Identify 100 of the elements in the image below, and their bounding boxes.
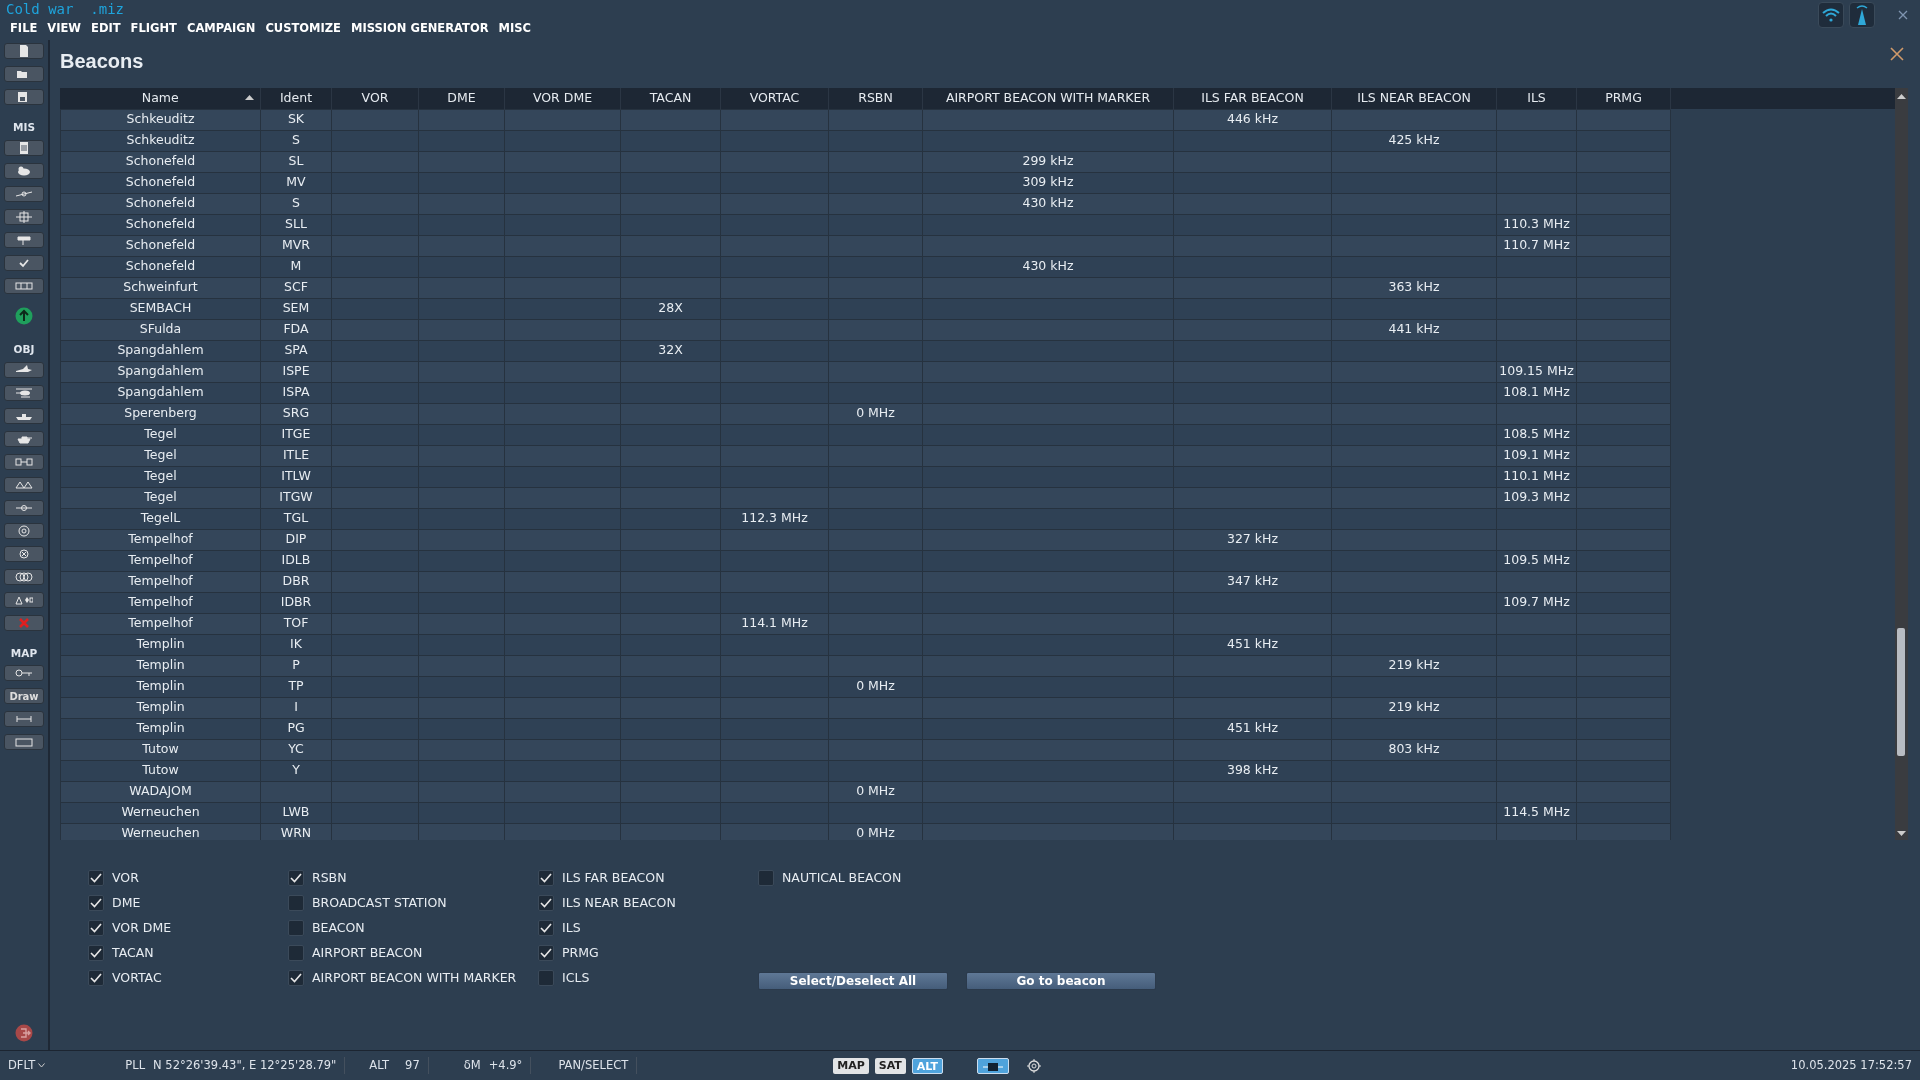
table-row[interactable]: Tegel ITGE 108.5 MHz <box>60 424 1671 445</box>
action-button[interactable]: Select/Deselect All <box>758 972 948 990</box>
column-header[interactable]: ILS NEAR BEACON <box>1331 88 1497 109</box>
column-header[interactable]: Name <box>60 88 261 109</box>
table-row[interactable]: Spangdahlem ISPE 109.15 MHz <box>60 361 1671 382</box>
scrollbar[interactable] <box>1895 88 1908 840</box>
column-header[interactable]: PRMG <box>1576 88 1671 109</box>
close-button[interactable] <box>1898 10 1908 20</box>
checkbox[interactable] <box>288 895 304 911</box>
checkbox[interactable] <box>288 920 304 936</box>
checkbox[interactable] <box>758 870 774 886</box>
column-header[interactable]: DME <box>418 88 505 109</box>
zigzag-button[interactable] <box>4 476 44 493</box>
checkbox[interactable] <box>288 870 304 886</box>
exit-icon[interactable] <box>15 1024 33 1042</box>
save-button[interactable] <box>4 89 44 105</box>
shapes-button[interactable] <box>4 591 44 608</box>
ship-button[interactable] <box>4 407 44 424</box>
helicopter-button[interactable] <box>4 384 44 401</box>
jet-button[interactable] <box>4 361 44 378</box>
table-row[interactable]: Tegel ITLE 109.1 MHz <box>60 445 1671 466</box>
column-header[interactable]: VOR DME <box>504 88 621 109</box>
table-row[interactable]: Schonefeld MV 309 kHz <box>60 172 1671 193</box>
table-row[interactable]: Spangdahlem ISPA 108.1 MHz <box>60 382 1671 403</box>
close-button[interactable] <box>1890 47 1904 61</box>
linked-squares-button[interactable] <box>4 453 44 470</box>
table-row[interactable]: Schonefeld SL 299 kHz <box>60 151 1671 172</box>
checkmark-button[interactable] <box>4 254 44 271</box>
table-row[interactable]: Templin P 219 kHz <box>60 655 1671 676</box>
table-row[interactable]: Templin I 219 kHz <box>60 697 1671 718</box>
key-button[interactable] <box>4 665 44 682</box>
table-row[interactable]: Schonefeld SLL 110.3 MHz <box>60 214 1671 235</box>
column-header[interactable]: VOR <box>331 88 419 109</box>
table-row[interactable]: Tegel ITGW 109.3 MHz <box>60 487 1671 508</box>
menu-item[interactable]: CUSTOMIZE <box>265 20 341 38</box>
table-row[interactable]: Werneuchen LWB 114.5 MHz <box>60 802 1671 823</box>
checkbox[interactable] <box>538 945 554 961</box>
table-row[interactable]: SFulda FDA 441 kHz <box>60 319 1671 340</box>
table-row[interactable]: Tutow YC 803 kHz <box>60 739 1671 760</box>
checkbox[interactable] <box>538 920 554 936</box>
frame-button[interactable] <box>4 734 44 751</box>
draw-button[interactable]: Draw <box>4 688 44 705</box>
table-row[interactable]: Spangdahlem SPA 32X <box>60 340 1671 361</box>
column-header[interactable]: VORTAC <box>720 88 829 109</box>
table-row[interactable]: SEMBACH SEM 28X <box>60 298 1671 319</box>
concentric-circles-button[interactable] <box>4 522 44 539</box>
menu-item[interactable]: EDIT <box>91 20 121 38</box>
table-row[interactable]: Schonefeld MVR 110.7 MHz <box>60 235 1671 256</box>
clipboard-button[interactable] <box>4 139 44 156</box>
target-square-button[interactable] <box>4 208 44 225</box>
column-header[interactable]: Ident <box>260 88 332 109</box>
column-header[interactable]: ILS <box>1496 88 1577 109</box>
table-row[interactable]: Templin PG 451 kHz <box>60 718 1671 739</box>
table-row[interactable]: Templin TP 0 MHz <box>60 676 1671 697</box>
table-row[interactable]: WADAJOM 0 MHz <box>60 781 1671 802</box>
table-row[interactable]: Tempelhof TOF 114.1 MHz <box>60 613 1671 634</box>
scroll-up-icon[interactable] <box>1897 94 1906 99</box>
flag-button[interactable] <box>4 231 44 248</box>
column-header[interactable]: TACAN <box>620 88 721 109</box>
column-header[interactable]: RSBN <box>828 88 923 109</box>
table-row[interactable]: Schkeuditz S 425 kHz <box>60 130 1671 151</box>
line-circle-button[interactable] <box>4 499 44 516</box>
tower-button[interactable] <box>1849 2 1875 28</box>
table-row[interactable]: Schkeuditz SK 446 kHz <box>60 109 1671 130</box>
map-mode-button[interactable]: SAT <box>874 1057 906 1074</box>
table-row[interactable]: Tempelhof DBR 347 kHz <box>60 571 1671 592</box>
delete-button[interactable] <box>4 614 44 631</box>
menu-item[interactable]: FLIGHT <box>130 20 177 38</box>
table-row[interactable]: Tempelhof IDLB 109.5 MHz <box>60 550 1671 571</box>
tank-button[interactable] <box>4 430 44 447</box>
column-header[interactable]: ILS FAR BEACON <box>1173 88 1332 109</box>
three-circles-button[interactable] <box>4 568 44 585</box>
ruler-button[interactable] <box>4 711 44 728</box>
table-row[interactable]: Schonefeld M 430 kHz <box>60 256 1671 277</box>
checkbox[interactable] <box>538 870 554 886</box>
menu-item[interactable]: VIEW <box>47 20 82 38</box>
table-row[interactable]: Tegel ITLW 110.1 MHz <box>60 466 1671 487</box>
screen-button[interactable] <box>977 1057 1010 1074</box>
table-row[interactable]: TegelL TGL 112.3 MHz <box>60 508 1671 529</box>
triple-box-button[interactable] <box>4 277 44 294</box>
table-row[interactable]: Schweinfurt SCF 363 kHz <box>60 277 1671 298</box>
action-button[interactable]: Go to beacon <box>966 972 1156 990</box>
settings-button[interactable] <box>1027 1058 1042 1073</box>
table-row[interactable]: Tutow Y 398 kHz <box>60 760 1671 781</box>
menu-item[interactable]: CAMPAIGN <box>186 20 256 38</box>
table-row[interactable]: Templin IK 451 kHz <box>60 634 1671 655</box>
menu-item[interactable]: MISSION GENERATOR <box>351 20 489 38</box>
checkbox[interactable] <box>88 970 104 986</box>
checkbox[interactable] <box>538 895 554 911</box>
folder-button[interactable] <box>4 66 44 82</box>
table-row[interactable]: Tempelhof DIP 327 kHz <box>60 529 1671 550</box>
scroll-thumb[interactable] <box>1897 628 1905 756</box>
checkbox[interactable] <box>88 945 104 961</box>
column-header[interactable]: AIRPORT BEACON WITH MARKER <box>922 88 1174 109</box>
checkbox[interactable] <box>88 870 104 886</box>
menu-item[interactable]: FILE <box>10 20 38 38</box>
scroll-down-icon[interactable] <box>1897 831 1906 836</box>
cloud-button[interactable] <box>4 162 44 179</box>
wifi-button[interactable] <box>1818 2 1844 28</box>
checkbox[interactable] <box>88 895 104 911</box>
